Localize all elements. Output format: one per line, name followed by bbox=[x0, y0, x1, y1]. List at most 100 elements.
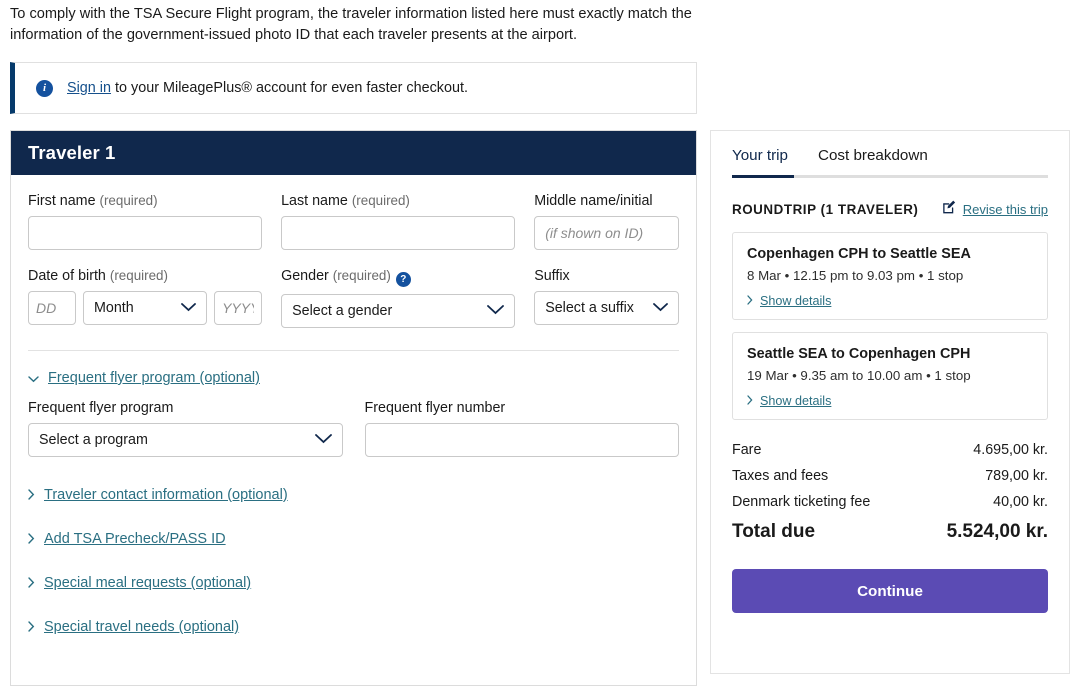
fare-row: Denmark ticketing fee 40,00 kr. bbox=[732, 494, 1048, 510]
show-details-button[interactable]: Show details bbox=[747, 394, 1033, 408]
frequent-flyer-fields: Frequent flyer program Select a program … bbox=[28, 400, 679, 457]
signin-banner-rest: to your MileagePlus® account for even fa… bbox=[111, 80, 468, 96]
continue-button[interactable]: Continue bbox=[732, 569, 1048, 613]
flight-title: Copenhagen CPH to Seattle SEA bbox=[747, 246, 971, 262]
frequent-flyer-section: Frequent flyer program (optional) Freque… bbox=[28, 370, 679, 457]
accordion-label: Special meal requests (optional) bbox=[44, 575, 252, 591]
first-name-input[interactable] bbox=[28, 216, 263, 250]
fare-amount: 4.695,00 kr. bbox=[973, 442, 1048, 458]
trip-summary-sidebar: Your trip Cost breakdown ROUNDTRIP (1 TR… bbox=[710, 130, 1070, 674]
suffix-group: Suffix Select a suffix bbox=[534, 268, 679, 328]
middle-name-label: Middle name/initial bbox=[534, 193, 653, 209]
chevron-right-icon bbox=[28, 620, 35, 634]
fare-label: Fare bbox=[732, 442, 762, 458]
last-name-label-text: Last name bbox=[281, 193, 348, 209]
booking-traveler-page: To comply with the TSA Secure Flight pro… bbox=[0, 0, 1080, 689]
signin-banner-text: Sign in to your MileagePlus® account for… bbox=[67, 80, 468, 96]
dob-gender-suffix-row: Date of birth (required) Month bbox=[28, 268, 679, 328]
flight-card-outbound: Copenhagen CPH to Seattle SEA 8 Mar • 12… bbox=[732, 232, 1048, 320]
flight-title: Seattle SEA to Copenhagen CPH bbox=[747, 346, 971, 362]
total-due-label: Total due bbox=[732, 521, 816, 542]
fare-row: Fare 4.695,00 kr. bbox=[732, 442, 1048, 458]
total-due-amount: 5.524,00 kr. bbox=[946, 521, 1048, 542]
dob-month-select[interactable]: Month bbox=[83, 291, 208, 325]
fare-breakdown: Fare 4.695,00 kr. Taxes and fees 789,00 … bbox=[732, 442, 1048, 543]
frequent-flyer-number-label: Frequent flyer number bbox=[364, 400, 506, 416]
accordion-traveler-contact-information[interactable]: Traveler contact information (optional) bbox=[28, 487, 679, 503]
chevron-down-icon bbox=[314, 432, 332, 448]
fare-label: Taxes and fees bbox=[732, 468, 829, 484]
tab-cost-breakdown[interactable]: Cost breakdown bbox=[818, 147, 928, 175]
tab-underline-track bbox=[732, 175, 1048, 178]
first-name-required-note: (required) bbox=[99, 193, 158, 208]
last-name-input[interactable] bbox=[281, 216, 516, 250]
info-icon: i bbox=[36, 79, 53, 97]
optional-sections-list: Traveler contact information (optional) … bbox=[28, 487, 679, 635]
dob-month-value: Month bbox=[94, 300, 134, 316]
fare-amount: 789,00 kr. bbox=[985, 468, 1048, 484]
frequent-flyer-program-label: Frequent flyer program bbox=[28, 400, 174, 416]
chevron-right-icon bbox=[28, 576, 35, 590]
frequent-flyer-number-input[interactable] bbox=[364, 423, 679, 457]
chevron-down-icon bbox=[653, 300, 668, 316]
accordion-label: Add TSA Precheck/PASS ID bbox=[44, 531, 226, 547]
form-divider bbox=[28, 350, 679, 351]
revise-this-trip-label: Revise this trip bbox=[962, 201, 1048, 217]
show-details-button[interactable]: Show details bbox=[747, 294, 1033, 308]
name-row: First name (required) Last name (require… bbox=[28, 193, 679, 250]
traveler-form-card: Traveler 1 First name (required) Last na… bbox=[10, 130, 697, 686]
date-of-birth-required-note: (required) bbox=[109, 268, 168, 283]
last-name-required-note: (required) bbox=[351, 193, 410, 208]
gender-label-text: Gender bbox=[281, 268, 329, 284]
frequent-flyer-program-group: Frequent flyer program Select a program bbox=[28, 400, 343, 457]
tab-active-indicator bbox=[732, 175, 794, 178]
tab-your-trip[interactable]: Your trip bbox=[732, 147, 788, 175]
sidebar-tabs: Your trip Cost breakdown bbox=[732, 147, 1048, 175]
sidebar-inner: Your trip Cost breakdown ROUNDTRIP (1 TR… bbox=[711, 131, 1069, 613]
traveler-form-body: First name (required) Last name (require… bbox=[11, 175, 696, 635]
dob-day-input[interactable] bbox=[28, 291, 76, 325]
suffix-select[interactable]: Select a suffix bbox=[534, 291, 679, 325]
last-name-group: Last name (required) bbox=[281, 193, 516, 250]
flight-card-return: Seattle SEA to Copenhagen CPH 19 Mar • 9… bbox=[732, 332, 1048, 420]
chevron-down-icon bbox=[181, 300, 196, 316]
last-name-label: Last name (required) bbox=[281, 193, 515, 209]
flight-meta: 8 Mar • 12.15 pm to 9.03 pm • 1 stop bbox=[747, 268, 964, 283]
dob-year-wrap bbox=[214, 291, 263, 325]
dob-month-wrap: Month bbox=[83, 291, 208, 325]
middle-name-group: Middle name/initial bbox=[534, 193, 679, 250]
edit-pencil-icon bbox=[942, 200, 957, 218]
gender-select[interactable]: Select a gender bbox=[281, 294, 516, 328]
frequent-flyer-program-select[interactable]: Select a program bbox=[28, 423, 343, 457]
gender-group: Gender (required)? Select a gender bbox=[281, 268, 516, 328]
tsa-intro-text: To comply with the TSA Secure Flight pro… bbox=[10, 6, 692, 43]
show-details-label: Show details bbox=[760, 294, 832, 308]
chevron-down-icon bbox=[28, 372, 39, 385]
date-of-birth-fields: Month bbox=[28, 291, 263, 325]
suffix-value: Select a suffix bbox=[545, 300, 634, 316]
first-name-group: First name (required) bbox=[28, 193, 263, 250]
traveler-header-title: Traveler 1 bbox=[28, 142, 116, 163]
revise-this-trip-button[interactable]: Revise this trip bbox=[942, 200, 1048, 218]
middle-name-input[interactable] bbox=[534, 216, 679, 250]
dob-day-wrap bbox=[28, 291, 76, 325]
frequent-flyer-toggle-label: Frequent flyer program (optional) bbox=[48, 370, 260, 386]
chevron-right-icon bbox=[28, 532, 35, 546]
accordion-add-tsa-precheck[interactable]: Add TSA Precheck/PASS ID bbox=[28, 531, 679, 547]
chevron-down-icon bbox=[487, 303, 505, 319]
flight-meta: 19 Mar • 9.35 am to 10.00 am • 1 stop bbox=[747, 368, 971, 383]
dob-year-input[interactable] bbox=[214, 291, 263, 325]
question-mark-icon[interactable]: ? bbox=[395, 272, 411, 287]
accordion-label: Traveler contact information (optional) bbox=[44, 487, 288, 503]
frequent-flyer-toggle[interactable]: Frequent flyer program (optional) bbox=[28, 370, 679, 386]
date-of-birth-label: Date of birth (required) bbox=[28, 268, 262, 284]
accordion-special-travel-needs[interactable]: Special travel needs (optional) bbox=[28, 619, 679, 635]
fare-label: Denmark ticketing fee bbox=[732, 494, 871, 510]
total-due-row: Total due 5.524,00 kr. bbox=[732, 521, 1048, 543]
accordion-special-meal-requests[interactable]: Special meal requests (optional) bbox=[28, 575, 679, 591]
gender-label: Gender (required)? bbox=[281, 268, 515, 287]
chevron-right-icon bbox=[747, 294, 753, 308]
sign-in-link[interactable]: Sign in bbox=[67, 80, 111, 96]
first-name-label: First name (required) bbox=[28, 193, 262, 209]
signin-banner: i Sign in to your MileagePlus® account f… bbox=[10, 62, 697, 114]
